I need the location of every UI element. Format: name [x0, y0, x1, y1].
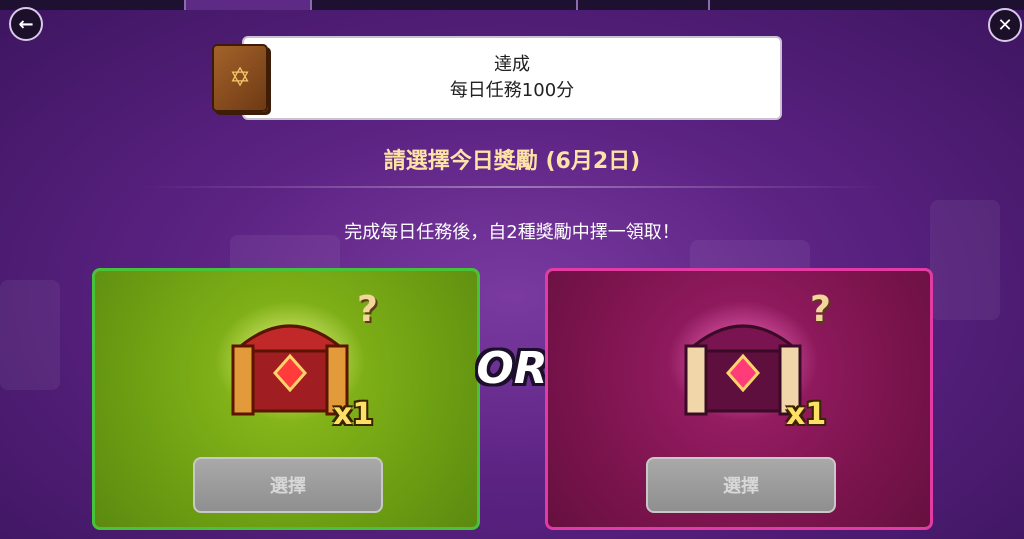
page-subtitle: 完成每日任務後，自2種獎勵中擇一領取！	[344, 222, 680, 243]
top-strip-segment	[186, 0, 312, 10]
back-button[interactable]: ←	[9, 7, 43, 41]
hexagram-icon: ✡	[229, 63, 251, 93]
or-label: OR	[476, 342, 548, 394]
select-button[interactable]: 選擇	[193, 457, 383, 513]
page-title: 請選擇今日獎勵 (6月2日)	[383, 149, 641, 174]
notice-line2: 每日任務100分	[449, 80, 575, 101]
back-arrow-icon: ←	[18, 13, 34, 35]
reward-card-left[interactable]: ? x1 選擇	[92, 268, 480, 530]
select-button[interactable]: 選擇	[646, 457, 836, 513]
close-icon: ✕	[997, 14, 1013, 36]
background-decoration	[0, 280, 60, 390]
reward-count: x1	[333, 397, 374, 432]
question-mark-icon: ?	[810, 289, 831, 330]
achievement-notice: 達成 每日任務100分	[242, 36, 782, 120]
reward-count: x1	[786, 397, 827, 432]
close-button[interactable]: ✕	[988, 8, 1022, 42]
question-mark-icon: ?	[357, 289, 378, 330]
divider	[140, 186, 884, 188]
top-strip-segment	[578, 0, 710, 10]
reward-card-right[interactable]: ? x1 選擇	[545, 268, 933, 530]
top-strip-segment	[312, 0, 578, 10]
spellbook-icon: ✡	[212, 44, 268, 112]
notice-line1: 達成	[494, 54, 530, 75]
top-strip	[0, 0, 1024, 10]
